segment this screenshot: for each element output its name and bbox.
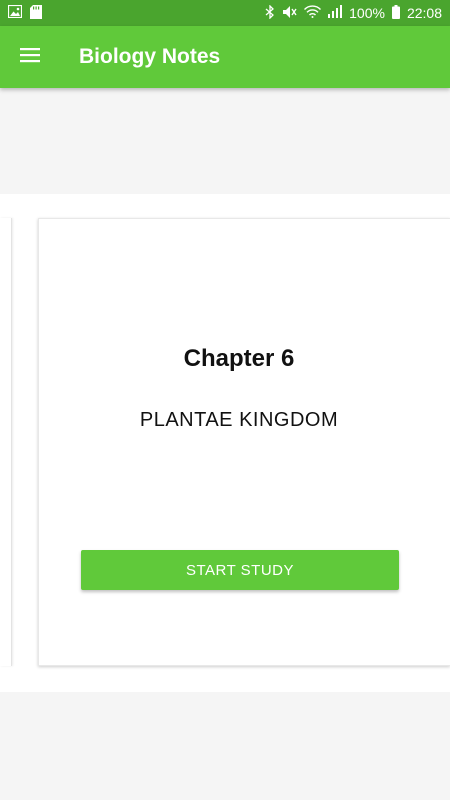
status-left-icons [7, 4, 42, 22]
hamburger-menu-button[interactable] [0, 26, 60, 88]
wifi-icon [304, 5, 322, 21]
mute-icon [282, 5, 297, 22]
chapter-card: Chapter 6 PLANTAE KINGDOM START STUDY [38, 218, 450, 666]
status-bar: 100% 22:08 [0, 0, 450, 26]
image-icon [7, 4, 23, 21]
app-title: Biology Notes [79, 45, 221, 68]
status-time: 22:08 [406, 5, 442, 21]
app-bar: Biology Notes [0, 26, 450, 88]
sd-card-icon [30, 4, 42, 22]
signal-icon [328, 5, 343, 21]
chapter-pager[interactable]: Chapter 6 PLANTAE KINGDOM START STUDY [0, 194, 450, 692]
previous-chapter-card[interactable] [0, 218, 12, 666]
status-right-icons: 100% 22:08 [265, 3, 442, 22]
hamburger-menu-icon [20, 47, 40, 68]
chapter-subtitle: PLANTAE KINGDOM [139, 409, 339, 431]
start-study-button[interactable]: START STUDY [81, 550, 399, 590]
bluetooth-icon [265, 3, 275, 22]
battery-icon [391, 4, 400, 22]
chapter-title: Chapter 6 [183, 345, 295, 372]
battery-percent: 100% [349, 5, 385, 21]
